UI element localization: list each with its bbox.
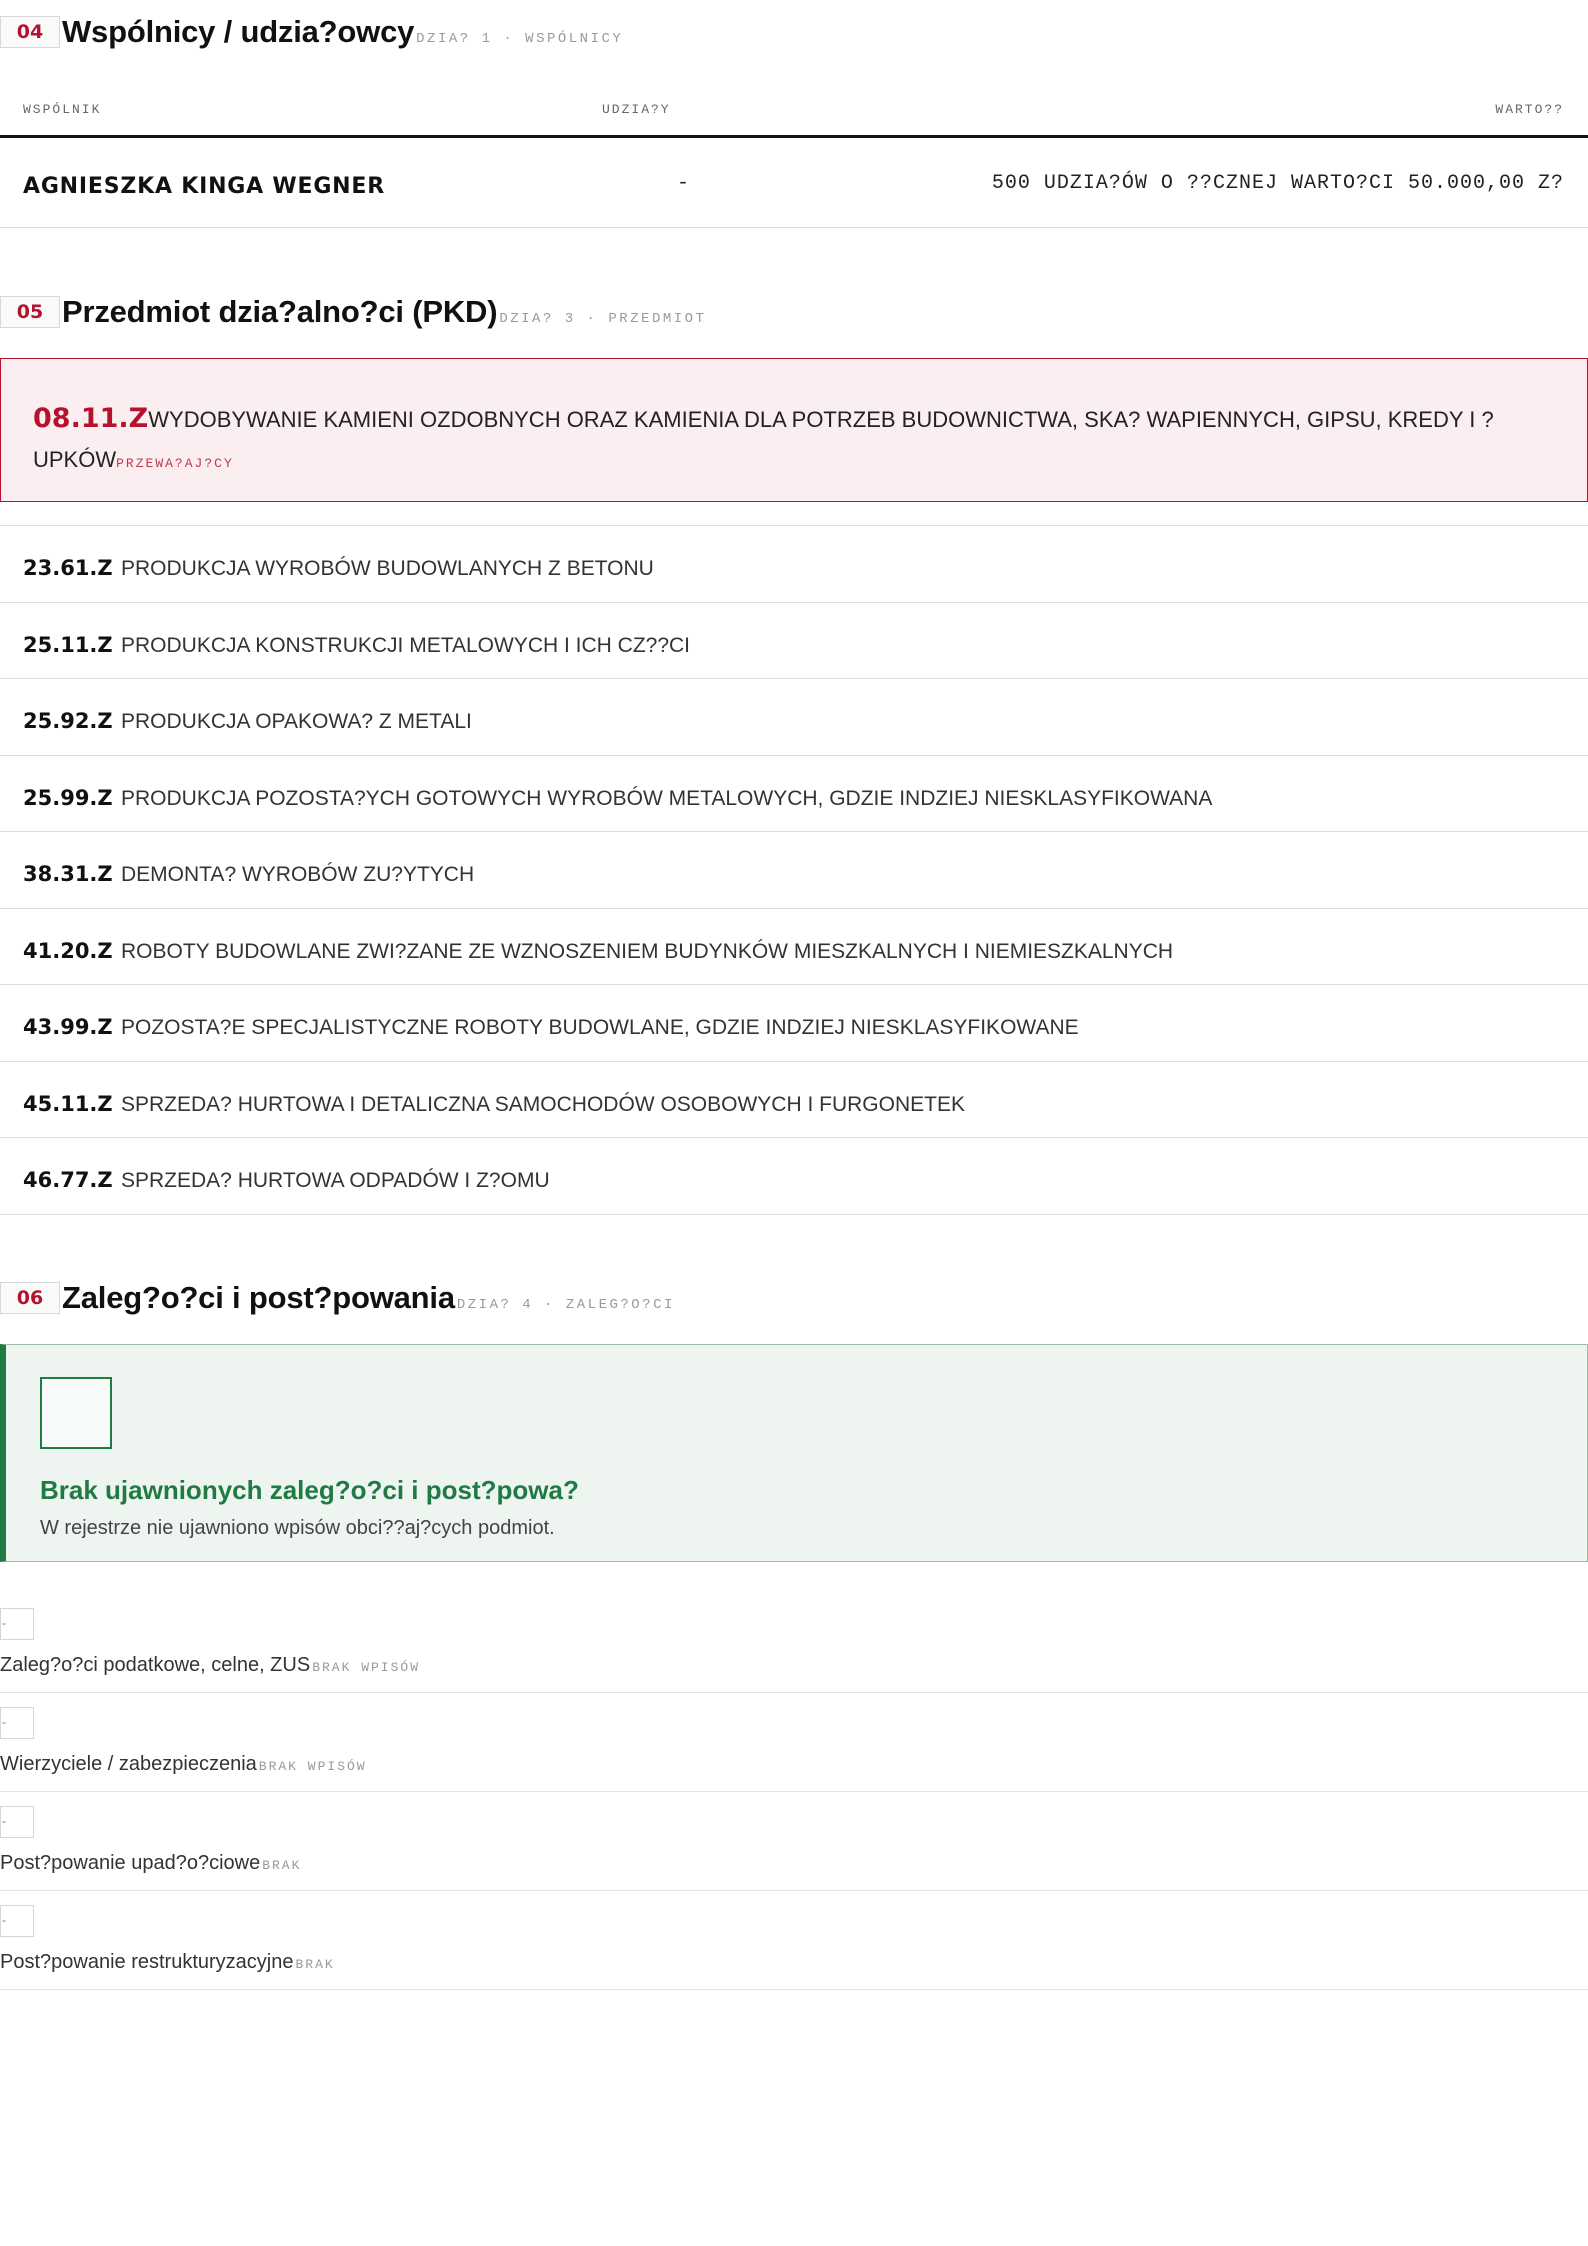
- pkd-code: 25.11.Z: [23, 632, 113, 657]
- pkd-desc: ROBOTY BUDOWLANE ZWI?ZANE ZE WZNOSZENIEM…: [121, 939, 1174, 963]
- debt-status: BRAK WPISÓW: [258, 1759, 367, 1774]
- shareholder-name: AGNIESZKA KINGA WEGNER: [23, 174, 385, 199]
- section-title: Zaleg?o?ci i post?powania: [62, 1280, 455, 1315]
- pkd-main-code: 08.11.Z: [33, 403, 149, 434]
- pkd-code: 23.61.Z: [23, 556, 113, 580]
- table-row: AGNIESZKA KINGA WEGNER - 500 UDZIA?ÓW O …: [0, 138, 1588, 228]
- debt-label: Post?powanie upad?o?ciowe: [0, 1852, 261, 1874]
- debt-label-wrap: Post?powanie restrukturyzacyjne BRAK: [0, 1951, 335, 1974]
- debt-label-wrap: Post?powanie upad?o?ciowe BRAK: [0, 1852, 301, 1875]
- pkd-desc: DEMONTA? WYROBÓW ZU?YTYCH: [121, 863, 475, 886]
- list-item: - Post?powanie upad?o?ciowe BRAK: [0, 1792, 1588, 1891]
- pkd-main-activity: 08.11.ZWYDOBYWANIE KAMIENI OZDOBNYCH ORA…: [0, 358, 1588, 502]
- shareholders-table-header: WSPÓLNIK UDZIA?Y WARTO??: [0, 92, 1588, 138]
- debt-status: BRAK: [295, 1957, 335, 1972]
- column-header-value: WARTO??: [1495, 102, 1564, 117]
- debt-label: Wierzyciele / zabezpieczenia: [0, 1753, 257, 1775]
- pkd-main-text: 08.11.ZWYDOBYWANIE KAMIENI OZDOBNYCH ORA…: [33, 399, 1533, 484]
- section-header-pkd: 05 Przedmiot dzia?alno?ci (PKD) DZIA? 3 …: [0, 294, 706, 330]
- column-header-shares: UDZIA?Y: [602, 102, 671, 117]
- list-item: 45.11.Z SPRZEDA? HURTOWA I DETALICZNA SAM…: [0, 1062, 1588, 1138]
- list-item: 46.77.Z SPRZEDA? HURTOWA ODPADÓW I Z?OMU: [0, 1138, 1588, 1215]
- list-item: - Zaleg?o?ci podatkowe, celne, ZUS BRAK W…: [0, 1594, 1588, 1693]
- pkd-desc: PRODUKCJA POZOSTA?YCH GOTOWYCH WYROBÓW M…: [121, 786, 1213, 810]
- debt-status: BRAK WPISÓW: [312, 1660, 421, 1675]
- section-meta: DZIA? 4 · ZALEG?O?CI: [456, 1297, 675, 1313]
- debt-label: Zaleg?o?ci podatkowe, celne, ZUS: [0, 1654, 311, 1676]
- pkd-code: 43.99.Z: [23, 1015, 113, 1039]
- pkd-code: 38.31.Z: [23, 862, 113, 886]
- debts-list: - Zaleg?o?ci podatkowe, celne, ZUS BRAK W…: [0, 1594, 1588, 1990]
- shareholder-value: 500 UDZIA?ÓW O ??CZNEJ WARTO?CI 50.000,0…: [991, 172, 1564, 195]
- debt-label-wrap: Zaleg?o?ci podatkowe, celne, ZUS BRAK WPI…: [0, 1654, 420, 1677]
- section-number: 04: [0, 16, 60, 48]
- debt-label: Post?powanie restrukturyzacyjne: [0, 1951, 294, 1973]
- pkd-code: 45.11.Z: [23, 1091, 113, 1116]
- pkd-desc: PRODUKCJA WYROBÓW BUDOWLANYCH Z BETONU: [121, 557, 654, 580]
- status-check-icon: [40, 1377, 112, 1449]
- section-number: 06: [0, 1282, 60, 1314]
- status-mark-icon: -: [0, 1707, 34, 1739]
- list-item: 25.99.Z PRODUKCJA POZOSTA?YCH GOTOWYCH WY…: [0, 756, 1588, 832]
- pkd-code: 41.20.Z: [23, 938, 113, 963]
- section-number: 05: [0, 296, 60, 328]
- section-header-debts: 06 Zaleg?o?ci i post?powania DZIA? 4 · Z…: [0, 1280, 675, 1316]
- shareholder-shares: -: [677, 172, 690, 195]
- status-mark-icon: -: [0, 1806, 34, 1838]
- list-item: 25.11.Z PRODUKCJA KONSTRUKCJI METALOWYCH …: [0, 603, 1588, 679]
- list-item: 43.99.Z POZOSTA?E SPECJALISTYCZNE ROBOTY …: [0, 985, 1588, 1062]
- pkd-desc: POZOSTA?E SPECJALISTYCZNE ROBOTY BUDOWLA…: [121, 1016, 1079, 1039]
- list-item: 41.20.Z ROBOTY BUDOWLANE ZWI?ZANE ZE WZNO…: [0, 909, 1588, 985]
- status-text: W rejestrze nie ujawniono wpisów obci??a…: [40, 1517, 555, 1539]
- section-title: Wspólnicy / udzia?owcy: [62, 14, 415, 49]
- debt-status: BRAK: [262, 1858, 302, 1873]
- debt-label-wrap: Wierzyciele / zabezpieczenia BRAK WPISÓW: [0, 1753, 367, 1776]
- status-mark-icon: -: [0, 1905, 34, 1937]
- pkd-code: 25.92.Z: [23, 709, 113, 733]
- pkd-desc: SPRZEDA? HURTOWA ODPADÓW I Z?OMU: [121, 1169, 550, 1192]
- pkd-desc: PRODUKCJA KONSTRUKCJI METALOWYCH I ICH C…: [121, 633, 691, 657]
- section-header-shareholders: 04 Wspólnicy / udzia?owcy DZIA? 1 · WSPÓ…: [0, 14, 623, 50]
- pkd-main-desc: WYDOBYWANIE KAMIENI OZDOBNYCH ORAZ KAMIE…: [33, 407, 1494, 472]
- pkd-list: 23.61.Z PRODUKCJA WYROBÓW BUDOWLANYCH Z B…: [0, 525, 1588, 1215]
- section-meta: DZIA? 3 · PRZEDMIOT: [499, 311, 707, 327]
- section-meta: DZIA? 1 · WSPÓLNICY: [416, 31, 624, 47]
- pkd-desc: PRODUKCJA OPAKOWA? Z METALI: [121, 710, 472, 733]
- list-item: - Post?powanie restrukturyzacyjne BRAK: [0, 1891, 1588, 1990]
- section-title: Przedmiot dzia?alno?ci (PKD): [62, 294, 498, 329]
- pkd-code: 46.77.Z: [23, 1168, 113, 1192]
- column-header-partner: WSPÓLNIK: [23, 102, 102, 117]
- status-title: Brak ujawnionych zaleg?o?ci i post?powa?: [40, 1475, 579, 1505]
- list-item: 25.92.Z PRODUKCJA OPAKOWA? Z METALI: [0, 679, 1588, 756]
- list-item: 38.31.Z DEMONTA? WYROBÓW ZU?YTYCH: [0, 832, 1588, 909]
- status-mark-icon: -: [0, 1608, 34, 1640]
- list-item: 23.61.Z PRODUKCJA WYROBÓW BUDOWLANYCH Z B…: [0, 526, 1588, 603]
- pkd-code: 25.99.Z: [23, 785, 113, 810]
- pkd-desc: SPRZEDA? HURTOWA I DETALICZNA SAMOCHODÓW…: [121, 1092, 965, 1116]
- pkd-main-tag: PRZEWA?AJ?CY: [116, 456, 234, 471]
- status-box: Brak ujawnionych zaleg?o?ci i post?powa?…: [0, 1344, 1588, 1562]
- list-item: - Wierzyciele / zabezpieczenia BRAK WPISÓ…: [0, 1693, 1588, 1792]
